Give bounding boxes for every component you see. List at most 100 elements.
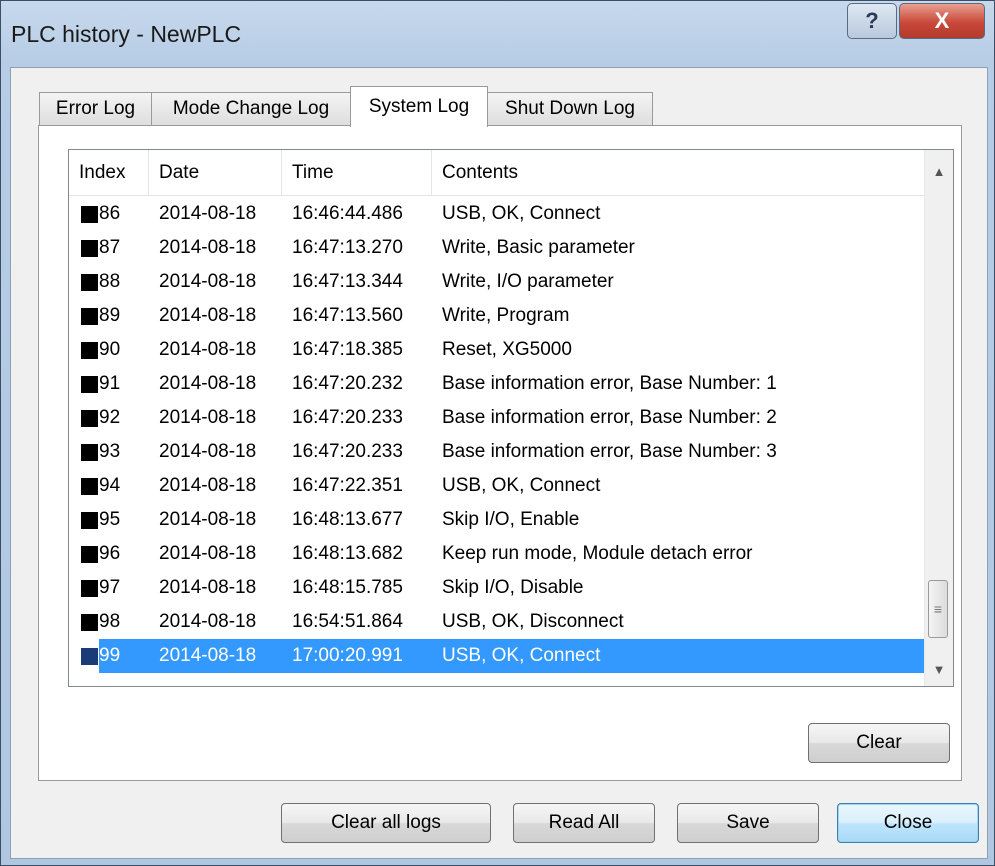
cell-contents: Base information error, Base Number: 1 bbox=[442, 373, 777, 394]
table-row[interactable]: 88 2014-08-18 16:47:13.344 Write, I/O param… bbox=[69, 265, 925, 299]
cell-date: 2014-08-18 bbox=[159, 271, 257, 292]
cell-contents: Base information error, Base Number: 3 bbox=[442, 441, 777, 462]
cell-index: 95 bbox=[99, 509, 121, 530]
table-row[interactable]: 92 2014-08-18 16:47:20.233 Base information… bbox=[69, 401, 925, 435]
log-entry-icon bbox=[81, 478, 98, 495]
log-list[interactable]: Index Date Time Contents 86 2014-08-18 16:… bbox=[68, 149, 954, 687]
table-row[interactable]: 99 2014-08-18 17:00:20.991 USB, OK, Connect bbox=[69, 639, 925, 673]
cell-date: 2014-08-18 bbox=[159, 441, 257, 462]
log-entry-icon bbox=[81, 274, 98, 291]
cell-contents: Write, Basic parameter bbox=[442, 237, 635, 258]
cell-index: 90 bbox=[99, 339, 121, 360]
cell-date: 2014-08-18 bbox=[159, 475, 257, 496]
cell-time: 16:54:51.864 bbox=[292, 611, 403, 632]
cell-contents: USB, OK, Connect bbox=[442, 475, 601, 496]
cell-index: 94 bbox=[99, 475, 121, 496]
cell-index: 88 bbox=[99, 271, 121, 292]
window-close-button[interactable]: X bbox=[899, 3, 985, 39]
log-entry-icon bbox=[81, 614, 98, 631]
cell-time: 16:47:20.232 bbox=[292, 373, 403, 394]
cell-time: 17:00:20.991 bbox=[292, 645, 403, 666]
cell-time: 16:46:44.486 bbox=[292, 203, 403, 224]
table-row[interactable]: 96 2014-08-18 16:48:13.682 Keep run mode, M… bbox=[69, 537, 925, 571]
log-entry-icon bbox=[81, 580, 98, 597]
table-row[interactable]: 97 2014-08-18 16:48:15.785 Skip I/O, Disabl… bbox=[69, 571, 925, 605]
read-all-button[interactable]: Read All bbox=[513, 803, 655, 843]
cell-date: 2014-08-18 bbox=[159, 407, 257, 428]
column-header-contents[interactable]: Contents bbox=[432, 150, 925, 195]
cell-date: 2014-08-18 bbox=[159, 577, 257, 598]
cell-time: 16:47:18.385 bbox=[292, 339, 403, 360]
cell-index: 99 bbox=[99, 645, 121, 666]
tab-mode-change-log[interactable]: Mode Change Log bbox=[151, 92, 351, 125]
cell-time: 16:47:20.233 bbox=[292, 407, 403, 428]
cell-index: 89 bbox=[99, 305, 121, 326]
log-entry-icon bbox=[81, 410, 98, 427]
cell-date: 2014-08-18 bbox=[159, 373, 257, 394]
table-row[interactable]: 90 2014-08-18 16:47:18.385 Reset, XG5000 bbox=[69, 333, 925, 367]
table-row[interactable]: 93 2014-08-18 16:47:20.233 Base information… bbox=[69, 435, 925, 469]
cell-time: 16:48:13.677 bbox=[292, 509, 403, 530]
log-entry-icon bbox=[81, 240, 98, 257]
scroll-thumb[interactable]: ≡ bbox=[928, 580, 948, 638]
plc-history-window: PLC history - NewPLC ? X Error Log Mode … bbox=[0, 0, 995, 866]
cell-date: 2014-08-18 bbox=[159, 339, 257, 360]
tab-system-log[interactable]: System Log bbox=[350, 86, 488, 127]
table-row[interactable]: 86 2014-08-18 16:46:44.486 USB, OK, Connect bbox=[69, 197, 925, 231]
cell-date: 2014-08-18 bbox=[159, 203, 257, 224]
column-header-date[interactable]: Date bbox=[149, 150, 282, 195]
cell-contents: USB, OK, Connect bbox=[442, 645, 601, 666]
save-button[interactable]: Save bbox=[677, 803, 819, 843]
dialog-client-area: Error Log Mode Change Log System Log Shu… bbox=[10, 67, 988, 859]
table-row[interactable]: 94 2014-08-18 16:47:22.351 USB, OK, Connect bbox=[69, 469, 925, 503]
cell-time: 16:48:13.682 bbox=[292, 543, 403, 564]
table-row[interactable]: 98 2014-08-18 16:54:51.864 USB, OK, Disconn… bbox=[69, 605, 925, 639]
column-header-time[interactable]: Time bbox=[282, 150, 432, 195]
clear-button[interactable]: Clear bbox=[808, 723, 950, 763]
table-row[interactable]: 95 2014-08-18 16:48:13.677 Skip I/O, Enable bbox=[69, 503, 925, 537]
window-title: PLC history - NewPLC bbox=[11, 21, 242, 47]
cell-contents: Write, I/O parameter bbox=[442, 271, 614, 292]
cell-index: 93 bbox=[99, 441, 121, 462]
cell-date: 2014-08-18 bbox=[159, 509, 257, 530]
table-row[interactable]: 89 2014-08-18 16:47:13.560 Write, Program bbox=[69, 299, 925, 333]
cell-time: 16:47:20.233 bbox=[292, 441, 403, 462]
help-button[interactable]: ? bbox=[847, 3, 897, 39]
clear-all-logs-button[interactable]: Clear all logs bbox=[281, 803, 491, 843]
cell-date: 2014-08-18 bbox=[159, 645, 257, 666]
cell-contents: USB, OK, Connect bbox=[442, 203, 601, 224]
vertical-scrollbar[interactable]: ▲ ≡ ▼ bbox=[924, 150, 953, 686]
cell-index: 98 bbox=[99, 611, 121, 632]
tab-error-log[interactable]: Error Log bbox=[39, 92, 152, 125]
cell-contents: Write, Program bbox=[442, 305, 570, 326]
cell-contents: Base information error, Base Number: 2 bbox=[442, 407, 777, 428]
log-entry-icon bbox=[81, 444, 98, 461]
cell-date: 2014-08-18 bbox=[159, 305, 257, 326]
log-entry-icon bbox=[81, 512, 98, 529]
scroll-up-icon[interactable]: ▲ bbox=[925, 154, 953, 188]
log-entry-icon bbox=[81, 648, 98, 665]
cell-time: 16:48:15.785 bbox=[292, 577, 403, 598]
tab-shut-down-log[interactable]: Shut Down Log bbox=[487, 92, 653, 125]
tab-label: Error Log bbox=[55, 98, 136, 119]
cell-contents: USB, OK, Disconnect bbox=[442, 611, 624, 632]
table-row[interactable]: 87 2014-08-18 16:47:13.270 Write, Basic par… bbox=[69, 231, 925, 265]
close-icon: X bbox=[934, 8, 950, 33]
log-entry-icon bbox=[81, 308, 98, 325]
cell-time: 16:47:22.351 bbox=[292, 475, 403, 496]
cell-index: 97 bbox=[99, 577, 121, 598]
log-entry-icon bbox=[81, 206, 98, 223]
list-header: Index Date Time Contents bbox=[69, 150, 925, 196]
tab-label: Shut Down Log bbox=[505, 98, 635, 119]
log-entry-icon bbox=[81, 342, 98, 359]
help-icon: ? bbox=[865, 8, 879, 33]
close-button[interactable]: Close bbox=[837, 803, 979, 843]
scroll-down-icon[interactable]: ▼ bbox=[925, 652, 953, 686]
table-row[interactable]: 91 2014-08-18 16:47:20.232 Base information… bbox=[69, 367, 925, 401]
log-entry-icon bbox=[81, 546, 98, 563]
cell-time: 16:47:13.270 bbox=[292, 237, 403, 258]
log-entry-icon bbox=[81, 376, 98, 393]
tab-label: Mode Change Log bbox=[172, 98, 330, 119]
cell-contents: Keep run mode, Module detach error bbox=[442, 543, 753, 564]
column-header-index[interactable]: Index bbox=[69, 150, 149, 195]
